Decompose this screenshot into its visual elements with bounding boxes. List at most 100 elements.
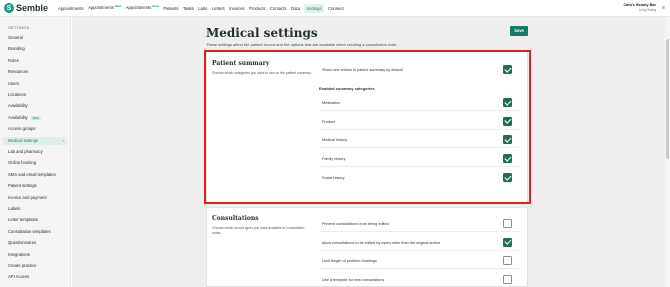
nav-item-labs[interactable]: Labs <box>198 0 207 17</box>
sidebar-item-roles[interactable]: Roles <box>3 57 67 65</box>
sidebar-item-questionnaires[interactable]: Questionnaires <box>3 239 67 247</box>
nav-item-label: Letters <box>211 5 225 11</box>
nav-item-label: Connect <box>328 5 344 11</box>
sidebar-item-label: Patient settings <box>8 183 37 189</box>
consultation-option-checkbox[interactable] <box>503 237 512 247</box>
nav-item-label: Products <box>249 5 266 11</box>
sidebar-item-labels[interactable]: Labels <box>3 205 67 213</box>
consultation-option-checkbox[interactable] <box>503 274 512 284</box>
menu-icon[interactable]: ≡ <box>662 5 665 11</box>
sidebar-item-medical-settings[interactable]: Medical settings › <box>3 136 67 145</box>
sidebar-title: SETTINGS <box>8 25 30 30</box>
user-name: Cara's Beauty Bar <box>623 3 656 7</box>
sidebar-item-label: Locations <box>8 92 26 97</box>
nav-item-invoices[interactable]: Invoices <box>229 0 244 17</box>
sidebar-item-label: API Access <box>8 274 30 280</box>
sidebar-item-label: Users <box>8 80 19 86</box>
sidebar-item-consultation-templates[interactable]: Consultation templates <box>3 228 67 236</box>
consultation-option-label: Use a template for new consultations <box>322 277 385 282</box>
semble-logo[interactable]: S Semble <box>4 3 54 13</box>
consultations-description: Choose which record types you want avail… <box>212 226 305 235</box>
sidebar-item-label: Create practice <box>8 263 37 268</box>
sidebar-item-general[interactable]: General <box>3 34 67 42</box>
sidebar-item-label: General <box>8 35 23 40</box>
scrollbar-thumb[interactable] <box>666 39 669 159</box>
main-nav: Appointments AppointmentsBeta Appointments… <box>58 0 348 17</box>
nav-item-patients[interactable]: Patients <box>163 0 178 17</box>
sidebar-item-patient-settings[interactable]: Patient settings <box>3 182 67 190</box>
logo-text: Semble <box>16 3 49 13</box>
beta-badge: Beta <box>114 4 122 8</box>
consultation-option-checkbox[interactable] <box>503 256 512 266</box>
beta-badge: beta <box>30 115 41 120</box>
nav-item-tasks[interactable]: Tasks <box>183 0 194 17</box>
sidebar-item-online-booking[interactable]: Online booking <box>3 159 67 167</box>
nav-item-contacts[interactable]: Contacts <box>270 0 287 17</box>
sidebar-item-create-practice[interactable]: Create practice <box>3 262 67 270</box>
sidebar-item-label: Lab and pharmacy <box>8 149 43 154</box>
user-account[interactable]: Cara's Beauty Bar Unity Swing <box>623 3 656 12</box>
nav-item-label: Data <box>291 5 300 11</box>
sidebar-item-label: Labels <box>8 206 21 211</box>
sidebar-item-integrations[interactable]: Integrations <box>3 251 67 259</box>
row-divider <box>319 249 519 251</box>
highlight-box <box>204 50 531 204</box>
sidebar-item-resources[interactable]: Resources <box>3 68 67 76</box>
nav-item-label: Appointments <box>125 5 152 10</box>
consultation-option-checkbox[interactable] <box>503 219 512 228</box>
nav-item-label: Appointments <box>88 5 114 10</box>
sidebar-item-sms-and-email-templates[interactable]: SMS and email templates <box>3 171 67 179</box>
nav-item-appointments[interactable]: AppointmentsBeta <box>126 0 159 17</box>
sidebar-item-availability[interactable]: Availability beta <box>3 114 67 122</box>
sidebar-item-label: Roles <box>8 57 19 63</box>
sidebar-item-label: Consultation templates <box>8 228 51 234</box>
nav-item-settings[interactable]: Settings <box>304 3 324 13</box>
sidebar-item-availability[interactable]: Availability <box>3 102 67 110</box>
sidebar-item-access-groups[interactable]: Access groups <box>3 125 67 133</box>
user-role: Unity Swing <box>639 8 656 12</box>
nav-item-products[interactable]: Products <box>249 0 266 17</box>
nav-item-label: Labs <box>198 5 208 11</box>
sidebar-item-label: Availability <box>8 114 28 120</box>
consultations-card: Consultations Choose which record types … <box>206 207 528 287</box>
save-button[interactable]: Save <box>510 26 528 36</box>
sidebar-item-locations[interactable]: Locations <box>3 91 67 99</box>
nav-item-label: Tasks <box>183 5 194 11</box>
sidebar-item-branding[interactable]: Branding <box>3 45 67 53</box>
page-title: Medical settings <box>206 26 318 40</box>
sidebar-item-lab-and-pharmacy[interactable]: Lab and pharmacy <box>3 148 67 156</box>
top-navigation: S Semble Appointments AppointmentsBeta App… <box>0 0 670 17</box>
nav-item-appointments[interactable]: AppointmentsBeta <box>88 0 121 17</box>
beta-badge: Beta <box>152 4 159 8</box>
consultation-option-label: Prevent consultations from being edited <box>322 222 389 226</box>
page-description: These settings affect the patient record… <box>206 42 397 47</box>
sidebar-item-label: Availability <box>8 103 28 109</box>
nav-item-letters[interactable]: Letters <box>212 0 225 17</box>
nav-item-label: Settings <box>306 5 322 11</box>
sidebar-item-invoice-and-payment[interactable]: Invoice and payment <box>3 194 67 202</box>
nav-item-label: Contacts <box>270 5 287 11</box>
sidebar-item-letter-templates[interactable]: Letter templates <box>3 216 67 224</box>
nav-item-label: Patients <box>163 5 179 11</box>
sidebar-item-users[interactable]: Users <box>3 80 67 88</box>
sidebar-item-label: Online booking <box>8 160 36 166</box>
nav-item-label: Invoices <box>229 5 245 11</box>
consultation-option-label: Limit length of problem headings <box>322 259 377 264</box>
row-divider <box>319 231 519 232</box>
sidebar-item-label: Integrations <box>8 251 30 257</box>
sidebar-item-label: Resources <box>8 69 29 75</box>
page-scrollbar[interactable] <box>665 17 670 287</box>
nav-item-data[interactable]: Data <box>291 0 300 17</box>
nav-item-connect[interactable]: Connect <box>328 0 344 17</box>
nav-item-label: Appointments <box>58 5 84 11</box>
row-divider <box>319 268 519 270</box>
sidebar-item-label: Access groups <box>8 126 36 132</box>
settings-sidebar: SETTINGS General Branding Roles Resources Us… <box>0 17 71 287</box>
nav-item-appointments[interactable]: Appointments <box>58 0 84 17</box>
sidebar-item-label: SMS and email templates <box>8 171 56 177</box>
sidebar-item-api-access[interactable]: API Access <box>3 273 67 281</box>
semble-logo-icon: S <box>4 3 14 13</box>
sidebar-item-label: Letter templates <box>8 217 39 223</box>
sidebar-item-label: Medical settings <box>8 137 39 143</box>
chevron-right-icon: › <box>62 137 64 143</box>
